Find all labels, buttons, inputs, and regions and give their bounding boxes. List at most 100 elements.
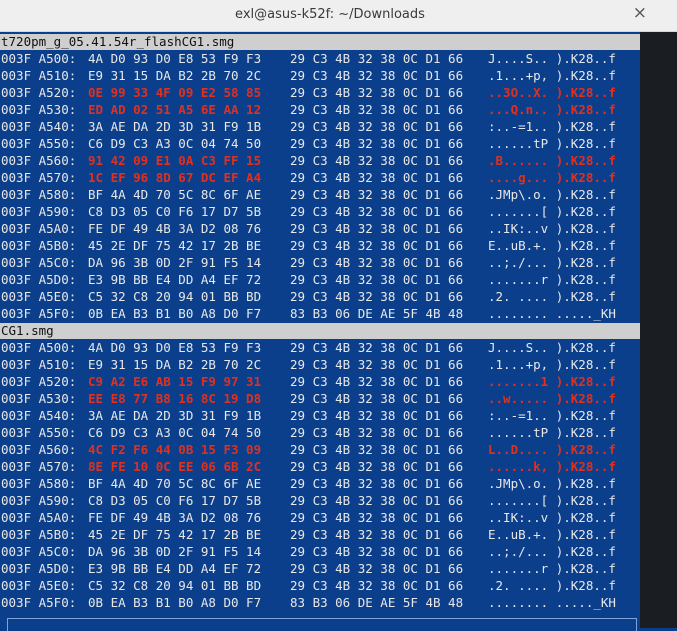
hex-row: 003F A520: 0E 99 33 4F 09 E2 58 85 29 C3 4… [0, 84, 640, 101]
hex-row: 003F A5F0: 0B EA B3 B1 B0 A8 D0 F7 83 B3 0… [0, 594, 640, 611]
hex-address: 003F A5C0: [1, 255, 77, 270]
hex-row: 003F A530: ED AD 02 51 A5 6E AA 12 29 C3 4… [0, 101, 640, 118]
hex-bytes-group-2: 29 C3 4B 32 38 0C D1 66 [290, 578, 464, 593]
hex-row: 003F A550: C6 D9 C3 A3 0C 04 74 50 29 C3 4… [0, 424, 640, 441]
ascii-column: ..;./... ).K28..f [488, 544, 616, 559]
hex-bytes-group-1: 8E FE 10 0C EE 06 6B 2C [88, 459, 262, 474]
hex-bytes-group-2: 29 C3 4B 32 38 0C D1 66 [290, 68, 464, 83]
hex-bytes-group-1: 3A AE DA 2D 3D 31 F9 1B [88, 119, 262, 134]
ascii-column: .......[ ).K28..f [488, 204, 616, 219]
hex-row: 003F A5B0: 45 2E DF 75 42 17 2B BE 29 C3 4… [0, 526, 640, 543]
hex-address: 003F A5F0: [1, 595, 77, 610]
hex-row: 003F A500: 4A D0 93 D0 E8 53 F9 F3 29 C3 4… [0, 339, 640, 356]
hex-bytes-group-1: E9 31 15 DA B2 2B 70 2C [88, 68, 262, 83]
hex-bytes-group-1: C9 A2 E6 AB 15 F9 97 31 [88, 374, 262, 389]
hex-bytes-group-2: 29 C3 4B 32 38 0C D1 66 [290, 459, 464, 474]
hex-address: 003F A540: [1, 408, 77, 423]
ascii-column: .......r ).K28..f [488, 561, 616, 576]
ascii-column: .JMp\.o. ).K28..f [488, 476, 616, 491]
hex-bytes-group-1: 1C EF 96 8D 67 DC EF A4 [88, 170, 262, 185]
command-input-area[interactable] [7, 618, 637, 631]
hex-row: 003F A5D0: E3 9B BB E4 DD A4 EF 72 29 C3 4… [0, 560, 640, 577]
hex-bytes-group-2: 29 C3 4B 32 38 0C D1 66 [290, 510, 464, 525]
terminal-scrollbar[interactable] [640, 32, 677, 628]
hex-bytes-group-1: C5 32 C8 20 94 01 BB BD [88, 578, 262, 593]
hex-bytes-group-2: 29 C3 4B 32 38 0C D1 66 [290, 102, 464, 117]
hex-row: 003F A5F0: 0B EA B3 B1 B0 A8 D0 F7 83 B3 0… [0, 305, 640, 322]
hex-address: 003F A560: [1, 153, 77, 168]
hex-bytes-group-2: 83 B3 06 DE AE 5F 4B 48 [290, 595, 464, 610]
hex-row: 003F A5C0: DA 96 3B 0D 2F 91 F5 14 29 C3 4… [0, 543, 640, 560]
hex-bytes-group-2: 29 C3 4B 32 38 0C D1 66 [290, 187, 464, 202]
hex-row: 003F A5D0: E3 9B BB E4 DD A4 EF 72 29 C3 4… [0, 271, 640, 288]
hex-bytes-group-2: 83 B3 06 DE AE 5F 4B 48 [290, 306, 464, 321]
hex-address: 003F A5B0: [1, 527, 77, 542]
hex-bytes-group-2: 29 C3 4B 32 38 0C D1 66 [290, 136, 464, 151]
hex-bytes-group-2: 29 C3 4B 32 38 0C D1 66 [290, 493, 464, 508]
ascii-column: ..IK:..v ).K28..f [488, 510, 616, 525]
ascii-column: L..D.... ).K28..f [488, 442, 616, 457]
close-icon[interactable]: × [633, 3, 647, 23]
hex-bytes-group-1: 0B EA B3 B1 B0 A8 D0 F7 [88, 595, 262, 610]
ascii-column: ..w..... ).K28..f [488, 391, 616, 406]
hex-bytes-group-2: 29 C3 4B 32 38 0C D1 66 [290, 442, 464, 457]
hex-address: 003F A5D0: [1, 272, 77, 287]
ascii-column: .2. .... ).K28..f [488, 289, 616, 304]
ascii-column: .1...+p, ).K28..f [488, 68, 616, 83]
ascii-column: :..-=1.. ).K28..f [488, 408, 616, 423]
hex-row: 003F A5C0: DA 96 3B 0D 2F 91 F5 14 29 C3 4… [0, 254, 640, 271]
hex-bytes-group-1: E3 9B BB E4 DD A4 EF 72 [88, 272, 262, 287]
hex-bytes-group-1: 4A D0 93 D0 E8 53 F9 F3 [88, 340, 262, 355]
hex-address: 003F A550: [1, 136, 77, 151]
hex-row: 003F A5E0: C5 32 C8 20 94 01 BB BD 29 C3 4… [0, 577, 640, 594]
hex-bytes-group-1: 3A AE DA 2D 3D 31 F9 1B [88, 408, 262, 423]
ascii-column: ...Q.n.. ).K28..f [488, 102, 616, 117]
hex-bytes-group-2: 29 C3 4B 32 38 0C D1 66 [290, 374, 464, 389]
hex-bytes-group-2: 29 C3 4B 32 38 0C D1 66 [290, 289, 464, 304]
hex-bytes-group-1: FE DF 49 4B 3A D2 08 76 [88, 510, 262, 525]
hex-bytes-group-2: 29 C3 4B 32 38 0C D1 66 [290, 340, 464, 355]
hex-row: 003F A5B0: 45 2E DF 75 42 17 2B BE 29 C3 4… [0, 237, 640, 254]
hex-address: 003F A500: [1, 340, 77, 355]
hex-address: 003F A530: [1, 102, 77, 117]
hex-bytes-group-2: 29 C3 4B 32 38 0C D1 66 [290, 476, 464, 491]
hex-row: 003F A540: 3A AE DA 2D 3D 31 F9 1B 29 C3 4… [0, 407, 640, 424]
hex-address: 003F A590: [1, 493, 77, 508]
ascii-column: E..uB.+. ).K28..f [488, 527, 616, 542]
hex-bytes-group-2: 29 C3 4B 32 38 0C D1 66 [290, 221, 464, 236]
terminal-area[interactable]: t720pm_g_05.41.54r_flashCG1.smg 003F A500… [0, 32, 640, 628]
hex-row: 003F A590: C8 D3 05 C0 F6 17 D7 5B 29 C3 4… [0, 492, 640, 509]
hex-bytes-group-1: C5 32 C8 20 94 01 BB BD [88, 289, 262, 304]
hex-bytes-group-1: 91 42 09 E1 0A C3 FF 15 [88, 153, 262, 168]
hex-bytes-group-1: C8 D3 05 C0 F6 17 D7 5B [88, 204, 262, 219]
hex-row: 003F A500: 4A D0 93 D0 E8 53 F9 F3 29 C3 4… [0, 50, 640, 67]
ascii-column: E..uB.+. ).K28..f [488, 238, 616, 253]
hex-bytes-group-1: DA 96 3B 0D 2F 91 F5 14 [88, 544, 262, 559]
hex-row: 003F A5A0: FE DF 49 4B 3A D2 08 76 29 C3 4… [0, 509, 640, 526]
hex-bytes-group-2: 29 C3 4B 32 38 0C D1 66 [290, 408, 464, 423]
ascii-column: ......tP ).K28..f [488, 136, 616, 151]
hex-address: 003F A590: [1, 204, 77, 219]
ascii-column: .JMp\.o. ).K28..f [488, 187, 616, 202]
window-titlebar[interactable]: exl@asus-k52f: ~/Downloads × [0, 0, 677, 32]
hex-address: 003F A5C0: [1, 544, 77, 559]
panel-filename-header: t720pm_g_05.41.54r_flashCG1.smg [0, 34, 640, 50]
ascii-column: .1...+p, ).K28..f [488, 357, 616, 372]
hex-bytes-group-2: 29 C3 4B 32 38 0C D1 66 [290, 272, 464, 287]
hex-address: 003F A5E0: [1, 289, 77, 304]
hex-bytes-group-1: 4A D0 93 D0 E8 53 F9 F3 [88, 51, 262, 66]
hex-bytes-group-1: E9 31 15 DA B2 2B 70 2C [88, 357, 262, 372]
ascii-column: J....S.. ).K28..f [488, 51, 616, 66]
hex-row: 003F A570: 1C EF 96 8D 67 DC EF A4 29 C3 4… [0, 169, 640, 186]
hex-row: 003F A530: EE E8 77 B8 16 8C 19 D8 29 C3 4… [0, 390, 640, 407]
hex-address: 003F A5A0: [1, 510, 77, 525]
hex-address: 003F A580: [1, 476, 77, 491]
hex-row: 003F A590: C8 D3 05 C0 F6 17 D7 5B 29 C3 4… [0, 203, 640, 220]
hex-bytes-group-2: 29 C3 4B 32 38 0C D1 66 [290, 561, 464, 576]
ascii-column: .......r ).K28..f [488, 272, 616, 287]
hex-address: 003F A500: [1, 51, 77, 66]
ascii-column: ......k, ).K28..f [488, 459, 616, 474]
ascii-column: ..IK:..v ).K28..f [488, 221, 616, 236]
hex-address: 003F A5E0: [1, 578, 77, 593]
hex-address: 003F A5F0: [1, 306, 77, 321]
